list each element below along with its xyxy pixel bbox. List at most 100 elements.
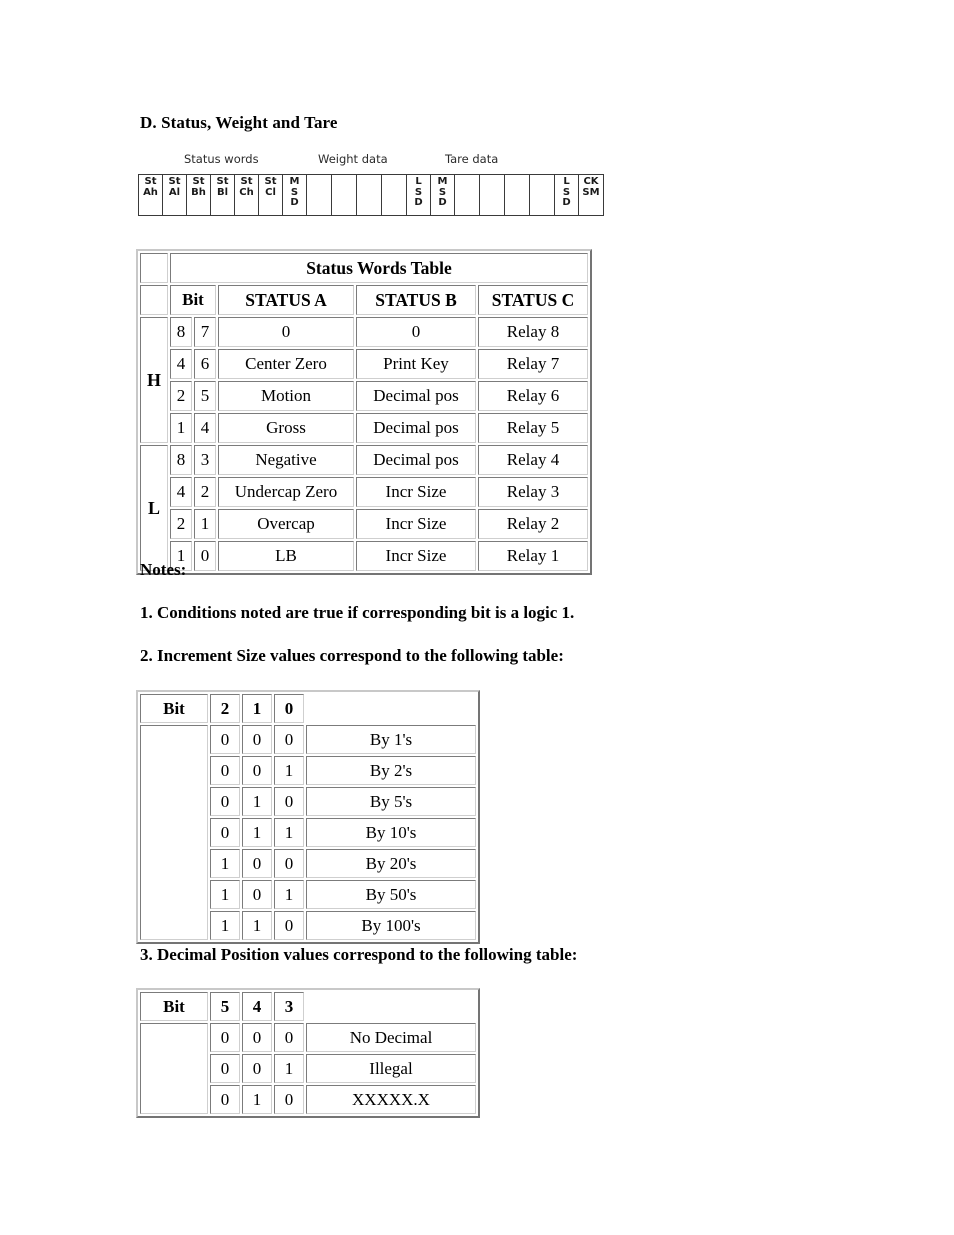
bit-value-cell: 0 (242, 1054, 272, 1083)
group-label-low: L (140, 445, 168, 571)
note-2: 2. Increment Size values correspond to t… (140, 646, 564, 665)
table-header-row: Bit STATUS A STATUS B STATUS C (140, 285, 588, 315)
byte-cell-line: Bh (191, 186, 206, 198)
status-table-title: Status Words Table (170, 253, 588, 283)
byte-cell: LSD (407, 175, 431, 215)
byte-cell: St Bl (211, 175, 235, 215)
table-header-row: Bit 2 1 0 (140, 694, 476, 723)
byte-cell-line: Cl (265, 186, 276, 198)
left-spacer-cell (140, 1023, 208, 1114)
byte-cell-line: Ah (143, 186, 158, 198)
bit-number-cell: 6 (194, 349, 216, 379)
column-header-bit: Bit (140, 992, 208, 1021)
bit-value-cell: 0 (210, 1054, 240, 1083)
status-c-cell: Relay 6 (478, 381, 588, 411)
page-title: D. Status, Weight and Tare (140, 113, 338, 132)
byte-cell: MSD (431, 175, 455, 215)
table-row: 0 0 0 By 1's (140, 725, 476, 940)
status-a-cell: Center Zero (218, 349, 354, 379)
bit-value-cell: 0 (242, 756, 272, 785)
status-a-cell: Undercap Zero (218, 477, 354, 507)
bit-value-cell: 1 (210, 911, 240, 940)
bit-weight-cell: 1 (170, 413, 192, 443)
description-cell: No Decimal (306, 1023, 476, 1052)
increment-size-table-container: Bit 2 1 0 0 0 0 By 1's 0 0 1 By 2's 0 1 0 By 5's 0 1 1 By 1… (136, 690, 480, 944)
bit-value-cell: 0 (210, 787, 240, 816)
bit-weight-cell: 4 (170, 477, 192, 507)
table-row: Status Words Table (140, 253, 588, 283)
table-row: 1 4 Gross Decimal pos Relay 5 (140, 413, 588, 443)
status-words-table: Status Words Table Bit STATUS A STATUS B STA… (136, 249, 592, 575)
byte-cell (307, 175, 332, 215)
bit-weight-cell: 8 (170, 317, 192, 347)
description-cell: By 10's (306, 818, 476, 847)
byte-cell-line: L (415, 176, 422, 187)
bit-value-cell: 0 (274, 911, 304, 940)
byte-cell-line: M (289, 176, 300, 187)
byte-cell-line: D (414, 197, 423, 208)
description-cell: By 2's (306, 756, 476, 785)
byte-cell-line: St (264, 176, 277, 187)
byte-cell: CK SM (579, 175, 603, 215)
description-cell: By 5's (306, 787, 476, 816)
table-row: 1 0 LB Incr Size Relay 1 (140, 541, 588, 571)
description-cell: By 20's (306, 849, 476, 878)
column-header-bit-number: 3 (274, 992, 304, 1021)
byte-cell (480, 175, 505, 215)
byte-cell-line: Al (168, 186, 181, 198)
bit-value-cell: 0 (210, 1085, 240, 1114)
description-cell: By 1's (306, 725, 476, 754)
bit-value-cell: 1 (210, 849, 240, 878)
bit-value-cell: 1 (242, 911, 272, 940)
corner-cell-empty (140, 285, 168, 315)
byte-cell-line: L (563, 176, 570, 187)
status-b-cell: 0 (356, 317, 476, 347)
description-cell: By 100's (306, 911, 476, 940)
byte-cell-line: Bl (216, 186, 229, 198)
byte-cell: St Ah (139, 175, 163, 215)
table-row: 2 1 Overcap Incr Size Relay 2 (140, 509, 588, 539)
bit-value-cell: 1 (274, 756, 304, 785)
column-header-status-a: STATUS A (218, 285, 354, 315)
column-header-bit-number: 0 (274, 694, 304, 723)
byte-cell: St Bh (187, 175, 211, 215)
bit-value-cell: 0 (210, 1023, 240, 1052)
group-label-status-words: Status words (184, 152, 259, 166)
decimal-position-table: Bit 5 4 3 0 0 0 No Decimal 0 0 1 Illegal 0 1 0 XXXXX.X (136, 988, 480, 1118)
status-a-cell: 0 (218, 317, 354, 347)
byte-cell: MSD (283, 175, 307, 215)
header-spacer-cell (306, 694, 476, 723)
status-a-cell: Gross (218, 413, 354, 443)
description-cell: XXXXX.X (306, 1085, 476, 1114)
bit-number-cell: 5 (194, 381, 216, 411)
bit-value-cell: 0 (242, 880, 272, 909)
byte-cell-line: CK (583, 176, 599, 187)
table-row: L 8 3 Negative Decimal pos Relay 4 (140, 445, 588, 571)
bit-value-cell: 0 (274, 725, 304, 754)
bit-number-cell: 3 (194, 445, 216, 475)
status-c-cell: Relay 1 (478, 541, 588, 571)
column-header-bit-number: 1 (242, 694, 272, 723)
bit-value-cell: 0 (210, 725, 240, 754)
byte-cell-line: D (290, 197, 299, 208)
decimal-position-table-container: Bit 5 4 3 0 0 0 No Decimal 0 0 1 Illegal 0 1 0 XXXXX.X (136, 988, 480, 1118)
group-label-high: H (140, 317, 168, 443)
column-header-bit-number: 4 (242, 992, 272, 1021)
bit-value-cell: 1 (242, 818, 272, 847)
byte-cell (505, 175, 530, 215)
bit-value-cell: 1 (242, 787, 272, 816)
bit-weight-cell: 2 (170, 381, 192, 411)
byte-diagram-group-labels: Status words Weight data Tare data (138, 148, 568, 170)
column-header-bit: Bit (140, 694, 208, 723)
byte-cell-line: St (168, 176, 181, 187)
byte-cell-line: D (438, 197, 447, 208)
byte-cell (332, 175, 357, 215)
bit-value-cell: 0 (210, 818, 240, 847)
status-c-cell: Relay 5 (478, 413, 588, 443)
increment-size-table: Bit 2 1 0 0 0 0 By 1's 0 0 1 By 2's 0 1 0 By 5's 0 1 1 By 1… (136, 690, 480, 944)
bit-number-cell: 2 (194, 477, 216, 507)
byte-layout-diagram: Status words Weight data Tare data St Ah S… (138, 148, 604, 230)
byte-cell: LSD (555, 175, 579, 215)
status-a-cell: Overcap (218, 509, 354, 539)
bit-value-cell: 0 (210, 756, 240, 785)
